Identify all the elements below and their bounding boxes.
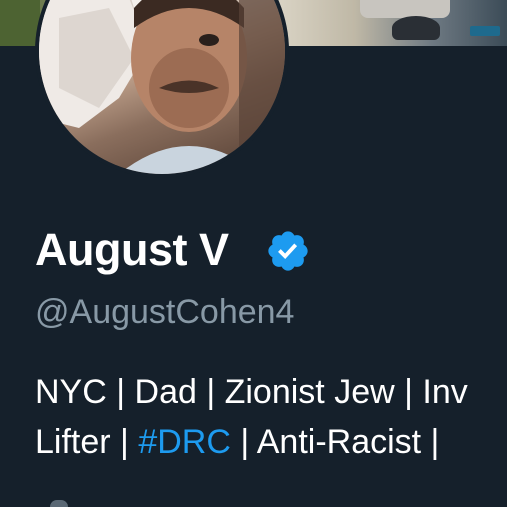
banner-sign: [470, 26, 500, 36]
profile-handle: @AugustCohen4: [35, 293, 295, 331]
avatar-illustration: [39, 0, 285, 174]
profile-bio-line-1: NYC | Dad | Zionist Jew | Inv: [35, 373, 468, 411]
banner-car: [360, 0, 450, 18]
bio-text-before-hashtag: Lifter |: [35, 423, 139, 461]
avatar-photo: [39, 0, 285, 174]
location-icon-partial: [50, 500, 68, 507]
bio-hashtag-link[interactable]: #DRC: [138, 423, 231, 461]
profile-display-name: August V: [35, 224, 229, 275]
verified-badge-icon[interactable]: [265, 228, 311, 274]
profile-bio-line-2: Lifter | #DRC | Anti-Racist |: [35, 420, 439, 464]
banner-tree: [0, 0, 40, 46]
bio-text-after-hashtag: | Anti-Racist |: [230, 423, 440, 461]
profile-avatar[interactable]: [35, 0, 289, 178]
banner-motorcycle: [392, 16, 440, 40]
